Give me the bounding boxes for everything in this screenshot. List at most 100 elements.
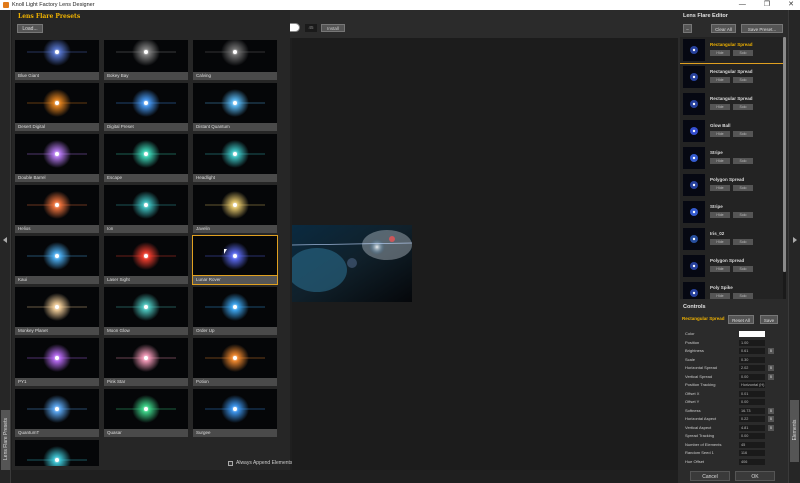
right-panel-tab[interactable]: Elements [788, 10, 800, 483]
element-row[interactable]: Rectangular Spread Hide Solo [680, 64, 783, 90]
parameter-behavior-button[interactable]: B [768, 365, 774, 371]
element-row[interactable]: Iris_02 Hide Solo [680, 226, 783, 252]
element-stack-scrollbar[interactable] [783, 37, 786, 299]
preset-image[interactable] [104, 83, 188, 123]
preset-thumbnail[interactable]: Lunar Rover [192, 235, 278, 285]
preset-image[interactable] [15, 185, 99, 225]
preset-image[interactable] [193, 185, 277, 225]
presets-side-tab[interactable]: Lens Flare Presets [1, 410, 10, 470]
element-row[interactable]: Rectangular Spread Hide Solo [680, 91, 783, 117]
element-stack-scroll-thumb[interactable] [783, 37, 786, 272]
preset-thumbnail[interactable]: Bokey Bay [104, 40, 188, 80]
preset-thumbnail[interactable]: Moon Glow [104, 287, 188, 335]
preset-thumbnail[interactable]: Monkey Planet [15, 287, 99, 335]
element-row[interactable]: Poly Spike Hide Solo [680, 280, 783, 299]
parameter-value-field[interactable]: 0.00 [739, 373, 765, 380]
element-thumbnail[interactable] [683, 201, 705, 223]
preset-thumbnail[interactable]: Calving [193, 40, 277, 80]
close-button[interactable]: ✕ [788, 0, 794, 10]
parameter-value-field[interactable]: 0.00 [739, 399, 765, 405]
element-hide-button[interactable]: Hide [710, 77, 730, 83]
always-append-checkbox[interactable] [228, 460, 233, 466]
element-solo-button[interactable]: Solo [733, 212, 753, 218]
parameter-value-field[interactable]: 2.02 [739, 365, 765, 371]
cancel-button[interactable]: Cancel [690, 471, 730, 481]
remove-element-button[interactable]: – [683, 24, 692, 33]
always-append-option[interactable]: Always Append Elements [228, 460, 292, 466]
parameter-value-field[interactable]: 406 [739, 458, 765, 465]
element-thumbnail[interactable] [683, 174, 705, 196]
parameter-value-field[interactable]: 0.01 [739, 390, 765, 397]
preset-thumbnail[interactable]: Surgee [193, 389, 277, 437]
element-row[interactable]: Stripe Hide Solo [680, 145, 783, 171]
preset-image[interactable] [104, 185, 188, 225]
element-hide-button[interactable]: Hide [710, 50, 730, 56]
preset-thumbnail[interactable]: Headlight [193, 134, 277, 182]
preset-image[interactable] [104, 287, 188, 327]
element-solo-button[interactable]: Solo [733, 77, 753, 83]
element-hide-button[interactable]: Hide [710, 293, 730, 299]
parameter-behavior-button[interactable]: B [768, 407, 774, 414]
preset-thumbnail[interactable]: Kaui [15, 236, 99, 284]
element-thumbnail[interactable] [683, 66, 705, 88]
preset-thumbnail[interactable]: Quasar [104, 389, 188, 437]
maximize-button[interactable]: ❐ [764, 0, 770, 10]
parameter-behavior-button[interactable]: B [768, 416, 774, 422]
preset-thumbnail[interactable]: Blue Giant [15, 40, 99, 80]
preset-thumbnail[interactable]: Potion [193, 338, 277, 386]
preset-thumbnail[interactable]: Helios [15, 185, 99, 233]
preset-image[interactable] [15, 236, 99, 276]
preset-image[interactable] [192, 235, 278, 277]
element-row[interactable]: Glow Ball Hide Solo [680, 118, 783, 144]
element-solo-button[interactable]: Solo [733, 104, 753, 110]
parameter-value-field[interactable] [739, 331, 765, 337]
preset-thumbnail[interactable]: Escape [104, 134, 188, 182]
collapse-left-icon[interactable] [3, 237, 7, 243]
element-solo-button[interactable]: Solo [733, 50, 753, 56]
preset-image[interactable] [193, 134, 277, 174]
element-thumbnail[interactable] [683, 282, 705, 299]
install-button[interactable]: Install [321, 24, 345, 32]
element-hide-button[interactable]: Hide [710, 185, 730, 191]
element-solo-button[interactable]: Solo [733, 293, 753, 299]
parameter-behavior-button[interactable]: B [768, 348, 774, 354]
clear-all-button[interactable]: Clear All [711, 24, 736, 33]
element-thumbnail[interactable] [683, 93, 705, 115]
parameter-value-field[interactable]: 16.73 [739, 407, 765, 414]
preset-image[interactable] [193, 287, 277, 327]
element-row[interactable]: Polygon Spread Hide Solo [680, 253, 783, 279]
preset-image[interactable] [104, 236, 188, 276]
preset-thumbnail[interactable]: Pink Star [104, 338, 188, 386]
left-panel-tab[interactable]: Lens Flare Presets [0, 10, 11, 483]
parameter-value-field[interactable]: Horizontal (H) [739, 382, 765, 388]
parameter-value-field[interactable]: 45 [739, 441, 765, 448]
parameter-behavior-button[interactable]: B [768, 424, 774, 431]
preset-thumbnail[interactable] [15, 440, 99, 466]
parameter-behavior-button[interactable]: B [768, 373, 774, 380]
element-thumbnail[interactable] [683, 255, 705, 277]
load-button[interactable]: Load... [17, 24, 43, 33]
element-thumbnail[interactable] [683, 147, 705, 169]
save-controls-button[interactable]: Save [760, 315, 778, 324]
minimize-button[interactable]: — [739, 0, 746, 10]
preset-thumbnail[interactable]: Order Up [193, 287, 277, 335]
parameter-value-field[interactable]: 0.30 [739, 356, 765, 363]
element-row[interactable]: Stripe Hide Solo [680, 199, 783, 225]
parameter-value-field[interactable]: 0.00 [739, 433, 765, 439]
element-solo-button[interactable]: Solo [733, 185, 753, 191]
preset-thumbnail[interactable]: QuantumT [15, 389, 99, 437]
element-solo-button[interactable]: Solo [733, 158, 753, 164]
element-thumbnail[interactable] [683, 39, 705, 61]
preset-image[interactable] [15, 440, 99, 466]
element-hide-button[interactable]: Hide [710, 266, 730, 272]
preset-thumbnail[interactable]: PY1 [15, 338, 99, 386]
element-hide-button[interactable]: Hide [710, 131, 730, 137]
parameter-value-field[interactable]: 4.81 [739, 424, 765, 431]
element-solo-button[interactable]: Solo [733, 131, 753, 137]
elements-side-tab[interactable]: Elements [790, 400, 799, 462]
element-thumbnail[interactable] [683, 228, 705, 250]
collapse-right-icon[interactable] [793, 237, 797, 243]
parameter-value-field[interactable]: 0.22 [739, 416, 765, 422]
save-preset-button[interactable]: Save Preset... [741, 24, 783, 33]
preset-image[interactable] [104, 338, 188, 378]
